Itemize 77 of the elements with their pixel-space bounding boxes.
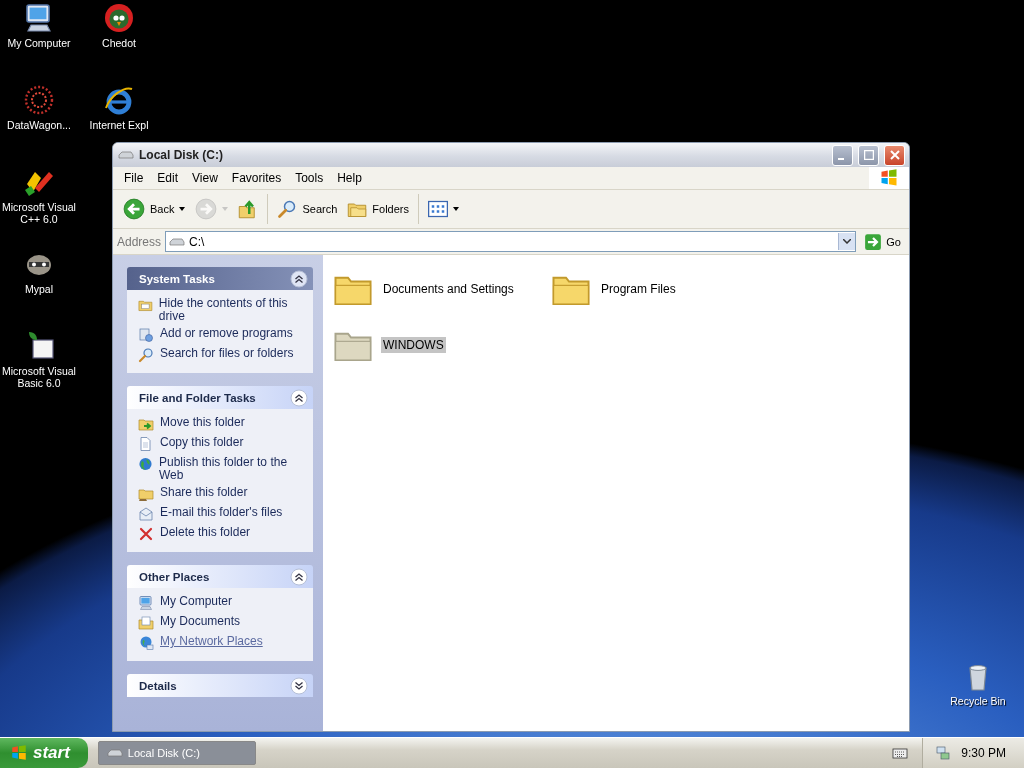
windows-logo-icon [879, 168, 899, 188]
address-field[interactable]: C:\ [165, 231, 857, 252]
desktop-icon-label[interactable]: DataWagon... [7, 119, 71, 131]
search-icon [277, 199, 298, 219]
envelope-icon [138, 506, 154, 522]
chevron-icon[interactable] [290, 676, 308, 695]
task-link[interactable]: Share this folder [160, 486, 248, 499]
panel-header[interactable]: System Tasks [127, 267, 313, 290]
desktop-icon-label[interactable]: Microsoft Visual Basic 6.0 [1, 365, 77, 389]
menu-item[interactable]: Help [330, 171, 369, 185]
task-link[interactable]: Search for files or folders [160, 347, 294, 360]
desktop-icon-label[interactable]: My Computer [7, 37, 71, 49]
globe-icon [138, 456, 153, 472]
document-icon [138, 436, 154, 452]
clock: 9:30 PM [961, 746, 1006, 760]
menu-item[interactable]: Favorites [224, 171, 289, 185]
menu-item[interactable]: Tools [288, 171, 331, 185]
search-button[interactable]: Search [273, 196, 342, 222]
folder-icon [138, 486, 154, 502]
delete-icon [138, 526, 154, 542]
minimize-button[interactable] [832, 144, 853, 166]
menu-item[interactable]: Edit [150, 171, 186, 185]
go-button[interactable]: Go [860, 232, 905, 251]
keyboard-icon[interactable] [892, 745, 909, 761]
desktop-icon-label[interactable]: Chedot [102, 37, 136, 49]
menu-item[interactable]: File [117, 171, 151, 185]
menu-item[interactable]: View [185, 171, 225, 185]
chevron-icon[interactable] [290, 388, 308, 407]
programs-icon [138, 327, 154, 343]
task-link[interactable]: Copy this folder [160, 436, 244, 449]
task-link[interactable]: Publish this folder to the Web [159, 456, 305, 482]
desktop-icon-label[interactable]: Internet Expl [89, 119, 149, 131]
folder-arrow-icon [138, 416, 154, 432]
window-title: Local Disk (C:) [139, 148, 223, 162]
start-button[interactable]: start [0, 738, 88, 768]
maximize-button[interactable] [858, 144, 879, 166]
back-button[interactable]: Back [119, 195, 190, 223]
desktop-icon-label[interactable]: Mypal [25, 283, 53, 295]
dropdown-button[interactable] [838, 233, 856, 250]
bird-icon[interactable] [103, 2, 135, 34]
task-link[interactable]: My Network Places [160, 635, 263, 648]
chevron-icon[interactable] [290, 269, 308, 288]
views-icon [428, 199, 448, 219]
folder-name[interactable]: WINDOWS [381, 337, 446, 353]
desktop-icon-label[interactable]: Recycle Bin [950, 695, 1006, 707]
folder-name[interactable]: Documents and Settings [381, 281, 516, 297]
browser-icon[interactable] [103, 84, 135, 116]
task-link[interactable]: Hide the contents of this drive [158, 297, 305, 323]
panel-header[interactable]: File and Folder Tasks [127, 386, 313, 409]
forward-icon [195, 198, 218, 220]
back-icon [123, 198, 145, 220]
close-icon [889, 150, 900, 160]
folders-button[interactable]: Folders [343, 196, 413, 222]
folder-document-icon [138, 615, 154, 631]
maximize-icon [863, 150, 874, 160]
chevron-icon[interactable] [290, 567, 308, 586]
panel-header[interactable]: Details [127, 674, 313, 697]
task-link[interactable]: Add or remove programs [160, 327, 293, 340]
caret-icon [453, 207, 459, 211]
task-link[interactable]: Move this folder [160, 416, 245, 429]
task-link[interactable]: My Computer [160, 595, 233, 608]
task-link[interactable]: Delete this folder [160, 526, 251, 539]
search-icon [138, 347, 154, 363]
task-link[interactable]: E-mail this folder's files [160, 506, 283, 519]
desktop-icon-label[interactable]: Microsoft Visual C++ 6.0 [1, 201, 77, 225]
chevron-down-icon [843, 239, 852, 244]
task-link[interactable]: My Documents [160, 615, 241, 628]
caret-icon [222, 207, 229, 211]
globe-icon [138, 635, 154, 651]
folder-name[interactable]: Program Files [599, 281, 678, 297]
windows-logo-icon [10, 744, 28, 762]
minimize-icon [837, 158, 844, 160]
panel-header[interactable]: Other Places [127, 565, 313, 588]
address-label: Address [117, 234, 162, 249]
computer-icon [138, 595, 154, 611]
caret-icon [179, 207, 186, 211]
close-button[interactable] [884, 144, 905, 166]
